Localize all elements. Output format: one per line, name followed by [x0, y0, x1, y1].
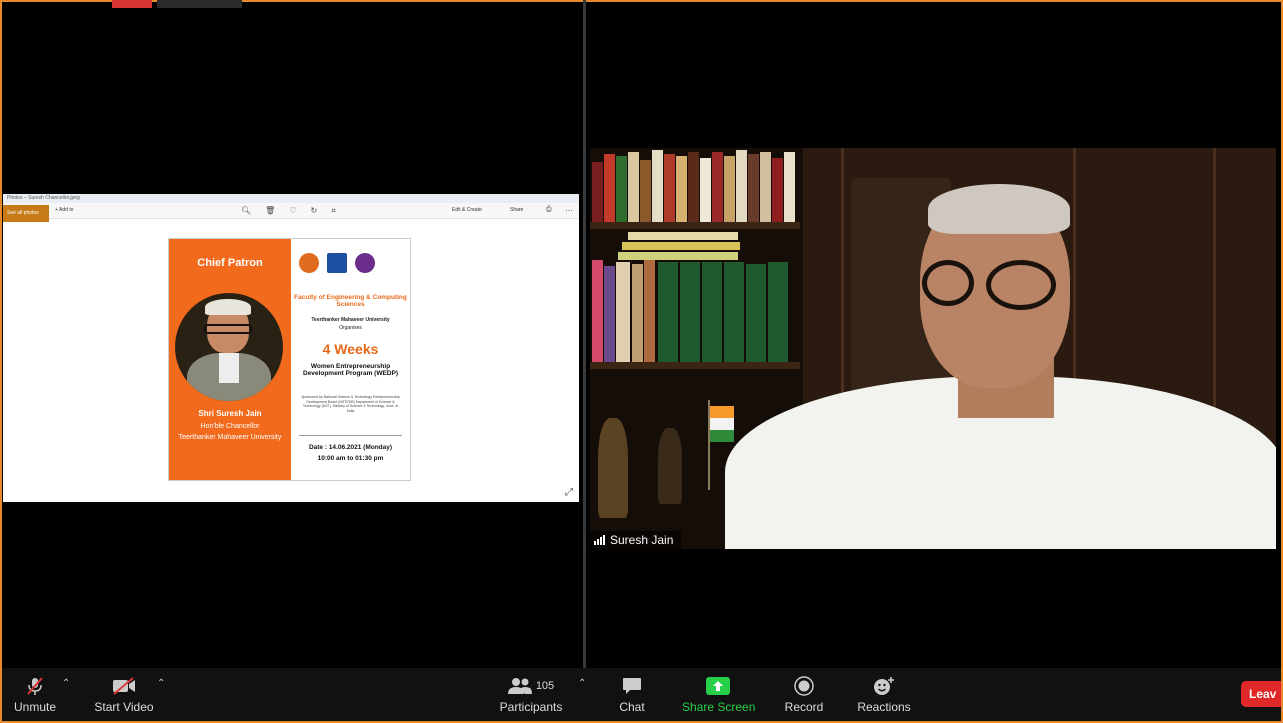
poster-left-panel: Chief Patron Shri Suresh Jain Hon'ble Ch… — [169, 239, 291, 480]
speaker-glasses-left — [922, 260, 974, 306]
poster-divider — [299, 435, 402, 436]
reactions-icon — [873, 676, 895, 696]
record-button[interactable]: Record — [780, 668, 828, 721]
shared-screen[interactable]: Photos – Suresh Chancellor.jpeg See all … — [3, 194, 579, 502]
university-name: Teerthanker Mahaveer University — [311, 317, 390, 323]
rotate-icon[interactable]: ↻ — [310, 206, 317, 216]
university-logo — [299, 253, 319, 273]
brass-statue — [598, 418, 628, 518]
program-time: 10:00 am to 01:30 pm — [317, 455, 384, 462]
patron-role: Hon'ble Chancellor — [200, 423, 260, 430]
share-screen-icon — [706, 676, 730, 696]
participant-name: Suresh Jain — [610, 533, 674, 547]
zoom-icon[interactable]: 🔍︎ — [241, 206, 251, 216]
patron-portrait — [175, 293, 283, 401]
books-row-2 — [592, 230, 797, 362]
faculty-name: Faculty of Engineering & Computing Scien… — [294, 294, 407, 308]
participants-label: Participants — [499, 700, 563, 714]
participant-name-tag: Suresh Jain — [590, 531, 682, 549]
signal-strength-icon — [594, 535, 605, 545]
chat-icon — [622, 676, 642, 696]
add-to-button[interactable]: + Add to — [55, 207, 74, 213]
sponsor-note: Sponsored by National Science & Technolo… — [301, 395, 400, 413]
participants-count: 105 — [535, 680, 555, 692]
start-video-label: Start Video — [94, 700, 154, 714]
edit-create-button[interactable]: Edit & Create — [452, 207, 482, 213]
more-icon[interactable]: … — [565, 204, 573, 213]
favorite-icon[interactable]: ♡ — [289, 206, 296, 216]
share-button[interactable]: Share — [510, 207, 523, 213]
top-bar-stub-red — [112, 0, 152, 8]
meeting-controls: Unmute ⌃ Start Video ⌃ 105 Participants … — [2, 668, 1281, 721]
print-icon[interactable]: ⎙ — [546, 206, 552, 214]
viewer-toolbar: See all photos + Add to 🔍︎ 🗑︎ ♡ ↻ ⌗ Edit… — [3, 203, 579, 222]
reactions-label: Reactions — [857, 700, 911, 714]
gallery-divider — [583, 0, 586, 668]
books-row-1 — [592, 148, 797, 222]
shelf-top — [590, 222, 800, 229]
chat-button[interactable]: Chat — [610, 668, 654, 721]
video-options-caret[interactable]: ⌃ — [157, 678, 165, 689]
delete-icon[interactable]: 🗑︎ — [265, 206, 275, 216]
patron-university: Teerthanker Mahaveer University — [178, 434, 282, 441]
share-screen-button[interactable]: Share Screen — [682, 668, 756, 721]
shelf-middle — [590, 362, 800, 369]
program-date: Date : 14.06.2021 (Monday) — [308, 444, 393, 451]
start-video-button[interactable]: Start Video — [92, 668, 156, 721]
poster-right-panel: Faculty of Engineering & Computing Scien… — [291, 239, 410, 480]
program-duration: 4 Weeks — [322, 341, 379, 357]
program-name: Women Entrepreneurship Development Progr… — [303, 363, 398, 377]
viewer-tools: 🔍︎ 🗑︎ ♡ ↻ ⌗ — [241, 206, 336, 216]
viewer-title-bar: Photos – Suresh Chancellor.jpeg — [3, 194, 579, 203]
unmute-button[interactable]: Unmute — [8, 668, 62, 721]
audio-options-caret[interactable]: ⌃ — [62, 678, 70, 689]
participants-button[interactable]: 105 Participants — [498, 668, 564, 721]
dst-logo — [355, 253, 375, 273]
patron-name: Shri Suresh Jain — [198, 409, 262, 418]
organises-label: Organises — [339, 325, 362, 331]
participants-options-caret[interactable]: ⌃ — [578, 678, 586, 689]
chat-label: Chat — [619, 700, 645, 714]
participant-video[interactable]: Suresh Jain — [590, 148, 1276, 549]
reactions-button[interactable]: Reactions — [854, 668, 914, 721]
see-all-photos-button[interactable]: See all photos — [3, 205, 49, 222]
record-icon — [794, 676, 814, 696]
chief-patron-heading: Chief Patron — [197, 257, 263, 269]
share-screen-label: Share Screen — [682, 700, 756, 714]
nstedb-logo — [327, 253, 347, 273]
top-bar-stub-dark — [157, 0, 242, 8]
speaker-glasses-right — [986, 260, 1056, 310]
participants-icon: 105 — [501, 676, 561, 696]
event-poster: Chief Patron Shri Suresh Jain Hon'ble Ch… — [168, 238, 411, 481]
speaker-hair — [928, 184, 1070, 234]
unmute-label: Unmute — [13, 700, 57, 714]
record-label: Record — [784, 700, 824, 714]
crop-icon[interactable]: ⌗ — [331, 206, 336, 216]
expand-icon[interactable]: ⤢ — [565, 487, 573, 498]
university-logos — [299, 253, 375, 273]
bronze-bust — [658, 428, 682, 504]
muted-microphone-icon — [25, 676, 45, 696]
leave-button[interactable]: Leav — [1241, 681, 1281, 707]
video-off-icon — [111, 676, 137, 696]
